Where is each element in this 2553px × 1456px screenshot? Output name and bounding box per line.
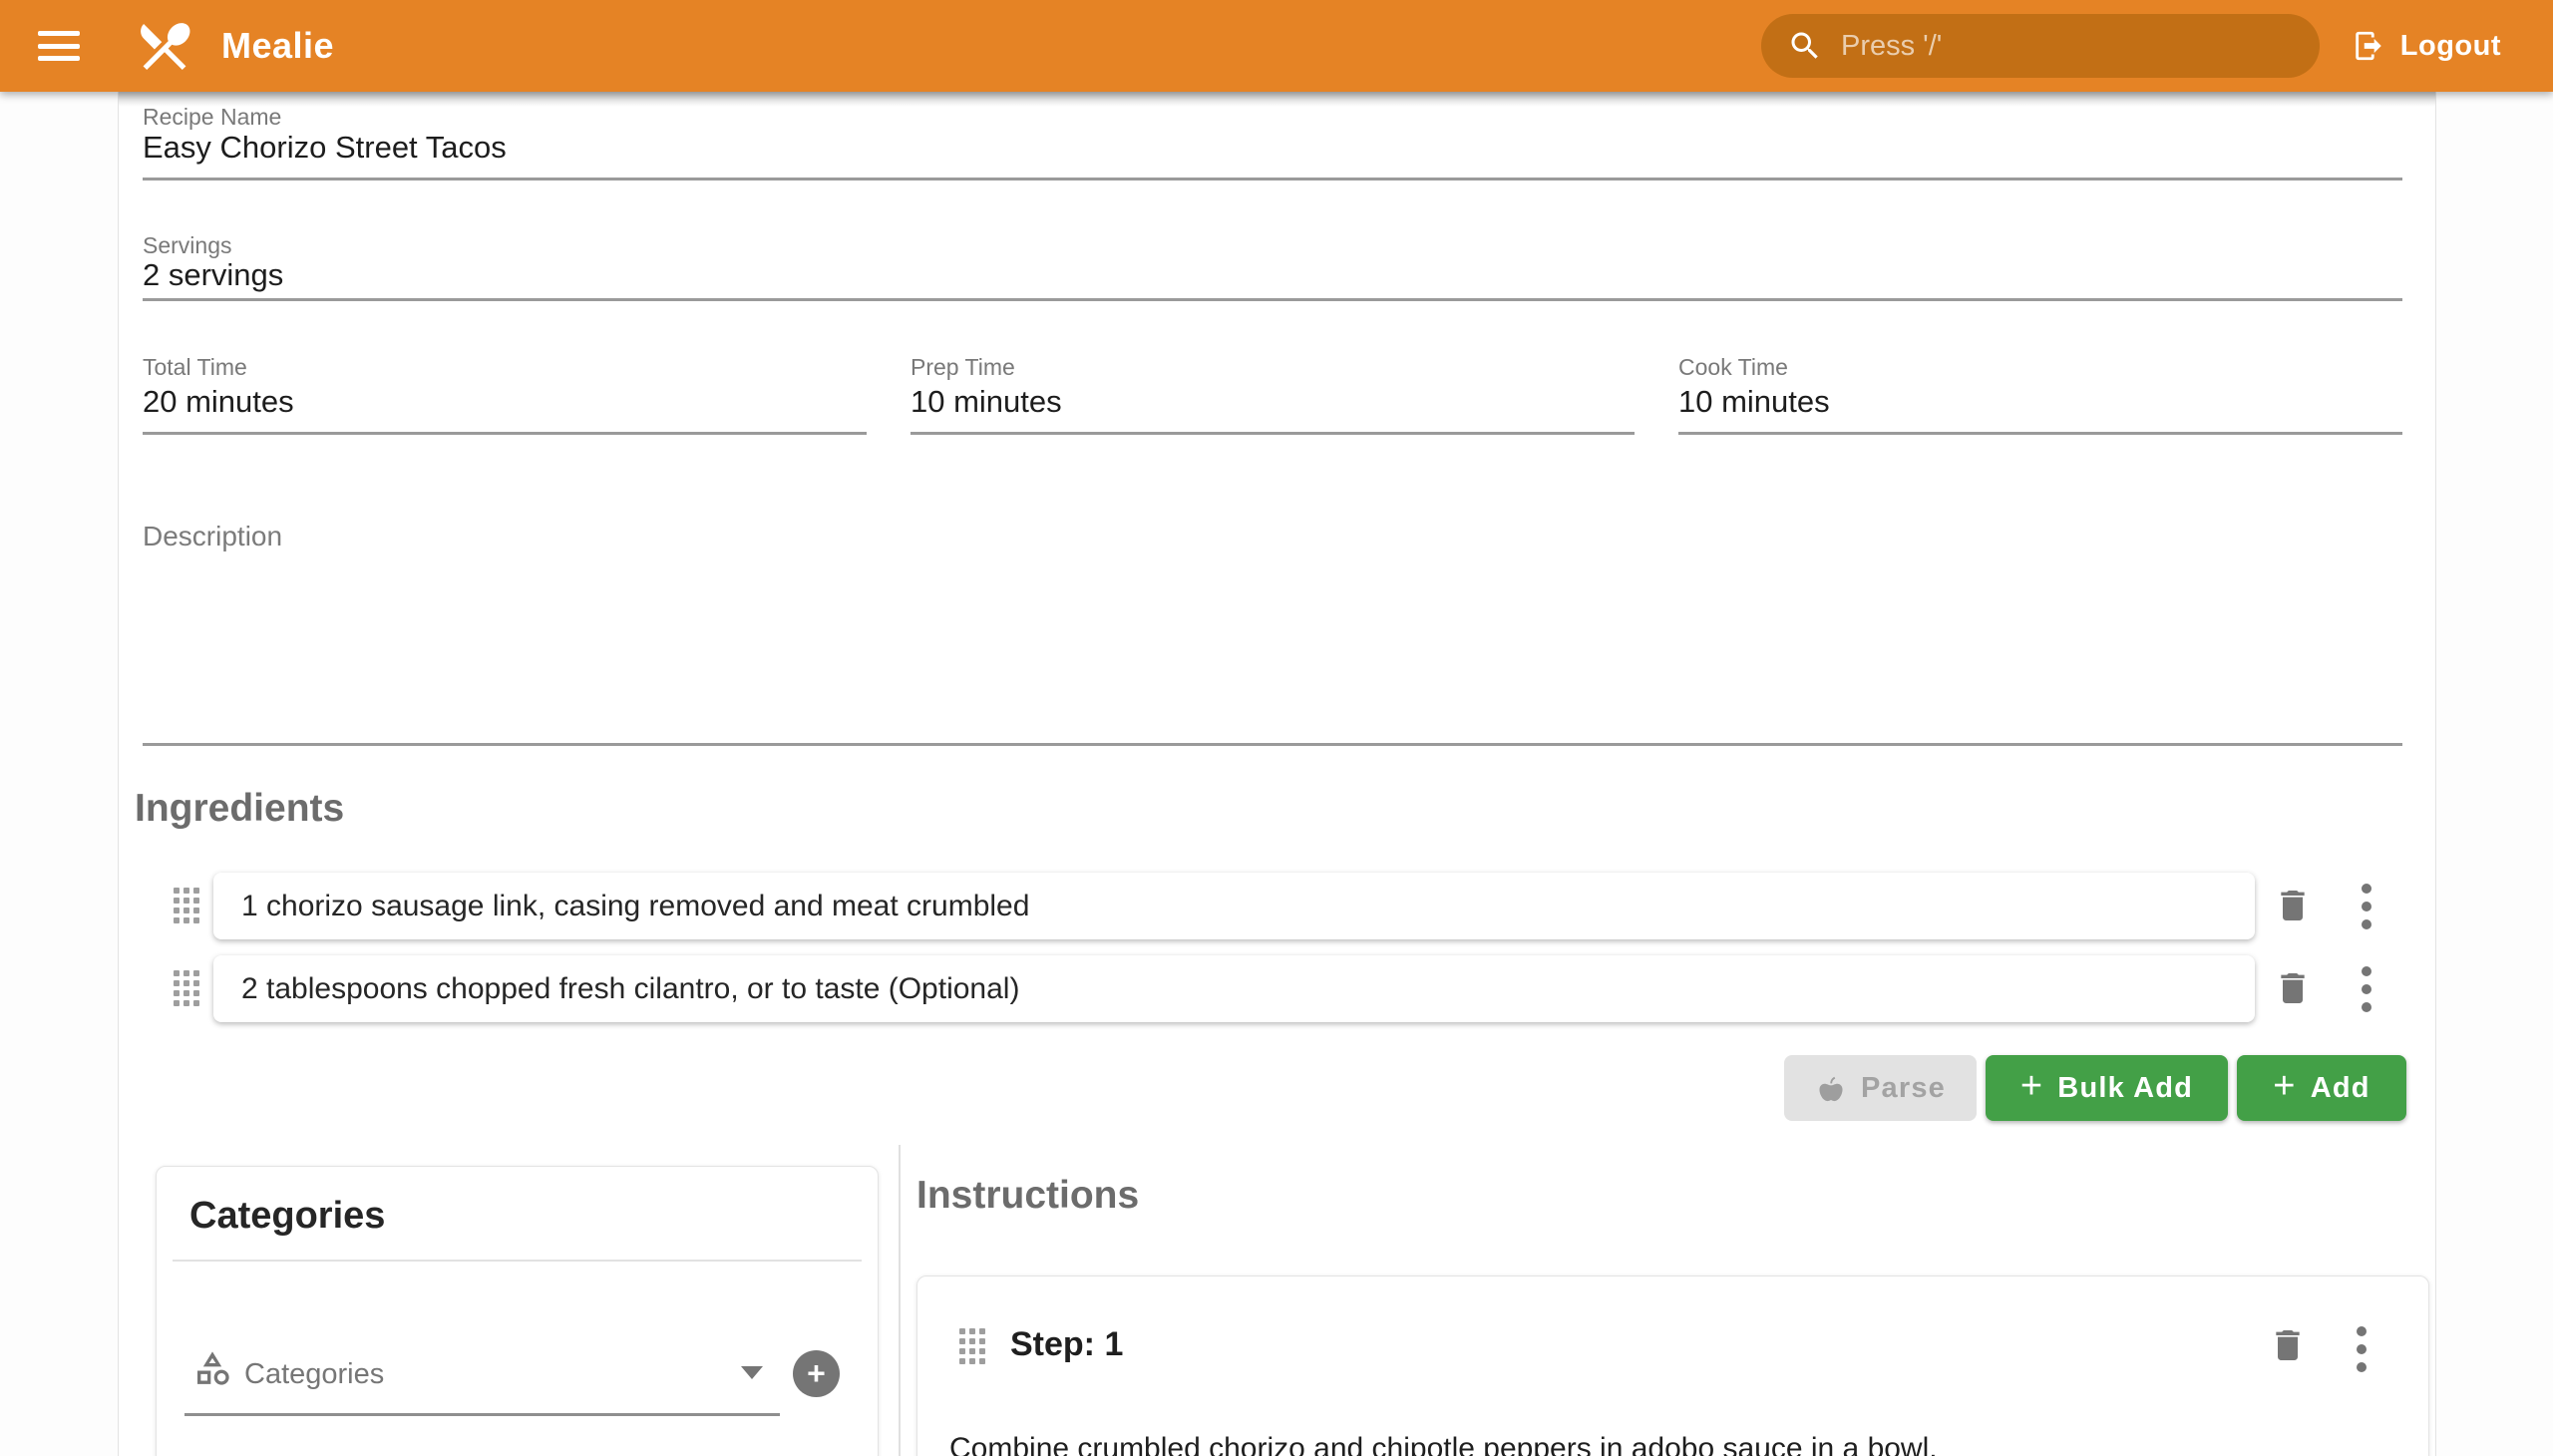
search-input[interactable]: Press '/' xyxy=(1761,14,2320,78)
servings-underline xyxy=(143,298,2402,301)
add-category-button[interactable]: + xyxy=(793,1350,840,1397)
search-placeholder: Press '/' xyxy=(1841,30,1942,63)
step-text-input[interactable]: Combine crumbled chorizo and chipotle pe… xyxy=(949,1432,2395,1456)
ingredients-heading: Ingredients xyxy=(135,787,344,831)
description-label: Description xyxy=(143,521,282,552)
delete-step-icon[interactable] xyxy=(2268,1325,2308,1370)
parse-button[interactable]: Parse xyxy=(1784,1055,1977,1121)
step-card: Step: 1 Combine crumbled chorizo and chi… xyxy=(916,1275,2429,1456)
logout-label: Logout xyxy=(2400,30,2501,63)
recipe-name-underline xyxy=(143,178,2402,181)
categories-select-underline xyxy=(184,1413,780,1416)
total-time-label: Total Time xyxy=(143,354,247,381)
apple-icon xyxy=(1815,1072,1847,1104)
logout-icon xyxy=(2352,29,2385,63)
delete-ingredient-icon[interactable] xyxy=(2273,886,2313,930)
prep-time-label: Prep Time xyxy=(911,354,1015,381)
drag-handle-icon[interactable] xyxy=(174,888,199,923)
column-divider xyxy=(899,1145,901,1456)
app-bar: Mealie Press '/' Logout xyxy=(0,0,2553,92)
drag-handle-icon[interactable] xyxy=(959,1328,985,1364)
categories-select[interactable]: Categories xyxy=(244,1358,384,1391)
ingredient-menu-icon[interactable] xyxy=(2362,884,2371,929)
description-underline xyxy=(143,743,2402,746)
mealie-logo-icon xyxy=(134,15,195,77)
cook-time-underline xyxy=(1678,432,2402,435)
delete-ingredient-icon[interactable] xyxy=(2273,968,2313,1013)
chevron-down-icon[interactable] xyxy=(741,1366,763,1379)
categories-card: Categories Categories + xyxy=(156,1166,879,1456)
servings-input[interactable]: 2 servings xyxy=(143,257,283,293)
description-textarea[interactable] xyxy=(143,556,2402,741)
prep-time-underline xyxy=(911,432,1635,435)
categories-card-title: Categories xyxy=(189,1195,385,1238)
plus-icon: + xyxy=(807,1355,826,1392)
ingredient-menu-icon[interactable] xyxy=(2362,966,2371,1012)
app-title: Mealie xyxy=(221,25,334,67)
bulk-add-button[interactable]: + Bulk Add xyxy=(1986,1055,2228,1121)
categories-card-divider xyxy=(173,1260,862,1262)
menu-icon[interactable] xyxy=(38,31,80,61)
logout-button[interactable]: Logout xyxy=(2352,0,2501,92)
category-shapes-icon xyxy=(192,1348,232,1393)
bulk-add-label: Bulk Add xyxy=(2057,1072,2193,1105)
cook-time-label: Cook Time xyxy=(1678,354,1788,381)
instructions-heading: Instructions xyxy=(916,1174,1139,1218)
ingredient-input[interactable]: 1 chorizo sausage link, casing removed a… xyxy=(213,873,2255,939)
plus-icon: + xyxy=(2273,1067,2296,1105)
prep-time-input[interactable]: 10 minutes xyxy=(911,384,1062,420)
step-title: Step: 1 xyxy=(1010,1325,1123,1364)
total-time-input[interactable]: 20 minutes xyxy=(143,384,294,420)
drag-handle-icon[interactable] xyxy=(174,970,199,1006)
plus-icon: + xyxy=(2020,1067,2043,1105)
recipe-editor-sheet: Recipe Name Easy Chorizo Street Tacos Se… xyxy=(118,92,2436,1456)
recipe-name-input[interactable]: Easy Chorizo Street Tacos xyxy=(143,130,507,166)
add-label: Add xyxy=(2311,1072,2371,1105)
add-button[interactable]: + Add xyxy=(2237,1055,2406,1121)
parse-label: Parse xyxy=(1861,1072,1946,1105)
search-icon xyxy=(1787,28,1823,64)
cook-time-input[interactable]: 10 minutes xyxy=(1678,384,1830,420)
total-time-underline xyxy=(143,432,867,435)
ingredient-input[interactable]: 2 tablespoons chopped fresh cilantro, or… xyxy=(213,955,2255,1022)
servings-label: Servings xyxy=(143,232,231,259)
step-menu-icon[interactable] xyxy=(2357,1326,2367,1372)
recipe-name-label: Recipe Name xyxy=(143,104,281,131)
